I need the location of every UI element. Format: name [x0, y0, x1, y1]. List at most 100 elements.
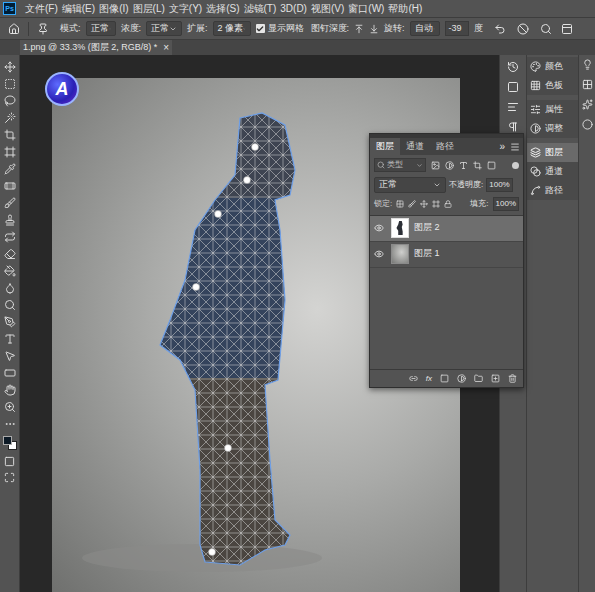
paragraph-panel-icon[interactable] [507, 101, 519, 113]
healing-tool-icon[interactable] [4, 180, 16, 192]
lock-pixels-icon[interactable] [408, 200, 416, 208]
pin-forward-icon[interactable] [354, 24, 364, 34]
layer-row[interactable]: 图层 2 [370, 216, 523, 242]
panel-tab[interactable]: 图层 [370, 138, 400, 155]
menu-item[interactable]: 文字(Y) [168, 1, 203, 16]
menu-item[interactable]: 图层(L) [132, 1, 166, 16]
zoom-tool-icon[interactable] [4, 401, 16, 413]
dock-item[interactable]: 属性 [527, 100, 578, 119]
eraser-tool-icon[interactable] [4, 248, 16, 260]
learn-icon[interactable] [582, 59, 593, 70]
lock-transparency-icon[interactable] [396, 200, 404, 208]
rectangle-tool-icon[interactable] [4, 367, 16, 379]
menu-item[interactable]: 编辑(E) [61, 1, 96, 16]
menu-item[interactable]: 滤镜(T) [243, 1, 278, 16]
add-mask-icon[interactable] [440, 374, 449, 383]
brush-tool-icon[interactable] [4, 197, 16, 209]
fill-field[interactable]: 100% [493, 197, 519, 211]
smart-object-filter-icon[interactable] [487, 161, 496, 170]
actions-panel-icon[interactable] [507, 81, 519, 93]
type-filter-icon[interactable] [459, 161, 468, 170]
collapse-button[interactable]: » [497, 138, 507, 155]
workspace-icon[interactable] [561, 23, 573, 35]
show-mesh-checkbox[interactable] [256, 24, 265, 33]
marquee-tool-icon[interactable] [4, 78, 16, 90]
layer-style-button[interactable]: fx [426, 373, 432, 385]
styles-icon[interactable] [582, 119, 593, 130]
new-layer-icon[interactable] [491, 374, 500, 383]
search-icon[interactable] [540, 23, 552, 35]
lasso-tool-icon[interactable] [4, 95, 16, 107]
delete-layer-icon[interactable] [508, 374, 517, 383]
mode-dropdown[interactable]: 正常 [86, 21, 116, 37]
tab-close-button[interactable]: × [163, 40, 169, 55]
new-adjustment-icon[interactable] [457, 374, 466, 383]
cancel-icon[interactable] [517, 23, 529, 35]
puppet-warp-icon[interactable] [37, 23, 49, 35]
foreground-color-swatch[interactable] [3, 436, 12, 445]
dock-item[interactable]: 颜色 [527, 57, 578, 76]
home-icon[interactable] [8, 23, 20, 35]
crop-tool-icon[interactable] [4, 129, 16, 141]
frame-tool-icon[interactable] [4, 146, 16, 158]
quick-mask-icon[interactable] [4, 456, 15, 467]
character-panel-icon[interactable] [507, 121, 519, 133]
panel-menu-icon[interactable] [510, 142, 520, 152]
menu-item[interactable]: 图像(I) [98, 1, 129, 16]
libraries-icon[interactable] [582, 79, 593, 90]
shape-filter-icon[interactable] [473, 161, 482, 170]
adjustment-filter-icon[interactable] [445, 161, 454, 170]
stamp-tool-icon[interactable] [4, 214, 16, 226]
lock-position-icon[interactable] [420, 200, 428, 208]
hand-tool-icon[interactable] [4, 384, 16, 396]
blend-mode-dropdown[interactable]: 正常 [374, 177, 446, 193]
pen-tool-icon[interactable] [4, 316, 16, 328]
lock-all-icon[interactable] [444, 200, 452, 208]
filter-type-dropdown[interactable]: 类型 [374, 158, 426, 172]
pin-backward-icon[interactable] [369, 24, 379, 34]
angle-field[interactable]: -39 [445, 21, 469, 37]
panel-tab[interactable]: 通道 [400, 138, 430, 155]
dock-item[interactable]: 图层 [527, 143, 578, 162]
menu-item[interactable]: 3D(D) [279, 1, 308, 16]
opacity-field[interactable]: 100% [486, 178, 512, 192]
effects-icon[interactable] [582, 99, 593, 110]
dodge-tool-icon[interactable] [4, 299, 16, 311]
panel-tab[interactable]: 路径 [430, 138, 460, 155]
layers-panel[interactable]: 图层通道路径»类型正常不透明度:100%锁定:填充:100%图层 2图层 1fx [369, 133, 524, 388]
path-select-tool-icon[interactable] [4, 350, 16, 362]
magic-wand-tool-icon[interactable] [4, 112, 16, 124]
link-layers-icon[interactable] [409, 374, 418, 383]
document-tab[interactable]: 1.png @ 33.3% (图层 2, RGB/8) *× [20, 40, 172, 55]
more-tools-icon[interactable] [4, 418, 16, 430]
dock-item[interactable]: 色板 [527, 76, 578, 95]
visibility-eye-icon[interactable] [374, 249, 384, 259]
undo-icon[interactable] [494, 23, 506, 35]
menu-item[interactable]: 文件(F) [24, 1, 59, 16]
menu-item[interactable]: 选择(S) [205, 1, 240, 16]
eyedropper-tool-icon[interactable] [4, 163, 16, 175]
paint-bucket-tool-icon[interactable] [4, 265, 16, 277]
lock-artboard-icon[interactable] [432, 200, 440, 208]
new-group-icon[interactable] [474, 374, 483, 383]
menu-item[interactable]: 帮助(H) [387, 1, 423, 16]
dock-item[interactable]: 路径 [527, 181, 578, 200]
color-swatches[interactable] [2, 435, 18, 451]
pixel-filter-icon[interactable] [431, 161, 440, 170]
move-tool-icon[interactable] [4, 61, 16, 73]
menu-item[interactable]: 窗口(W) [347, 1, 385, 16]
screen-mode-icon[interactable] [4, 472, 15, 483]
dock-item[interactable]: 通道 [527, 162, 578, 181]
blur-tool-icon[interactable] [4, 282, 16, 294]
menu-item[interactable]: 视图(V) [310, 1, 345, 16]
density-dropdown[interactable]: 正常 [146, 21, 182, 37]
visibility-eye-icon[interactable] [374, 223, 384, 233]
layer-row[interactable]: 图层 1 [370, 242, 523, 268]
dock-item[interactable]: 调整 [527, 119, 578, 138]
expand-field[interactable]: 2 像素 [213, 21, 251, 37]
rotate-dropdown[interactable]: 自动 [410, 21, 440, 37]
history-panel-icon[interactable] [507, 61, 519, 73]
filter-toggle[interactable] [512, 162, 519, 169]
history-brush-tool-icon[interactable] [4, 231, 16, 243]
type-tool-icon[interactable] [4, 333, 16, 345]
